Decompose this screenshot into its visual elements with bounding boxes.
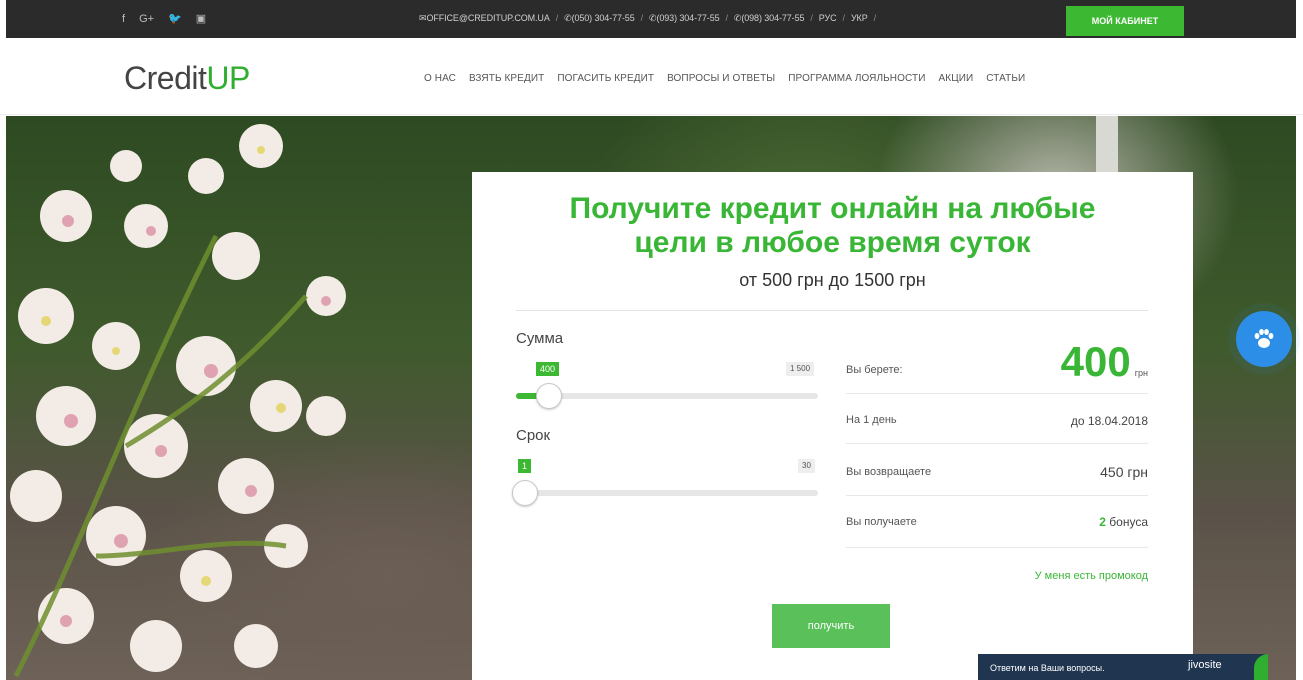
google-plus-icon[interactable]: G+ — [139, 12, 154, 26]
phone-link[interactable]: ✆(093) 304-77-55 — [649, 13, 720, 24]
sum-current-badge: 400 — [536, 362, 560, 376]
twitter-icon[interactable]: 🐦 — [168, 12, 182, 26]
return-value: 450 грн — [1100, 464, 1148, 480]
term-slider-track[interactable] — [516, 490, 818, 496]
bonus-row: Вы получаете 2 бонуса — [846, 496, 1148, 548]
logo-accent: UP — [206, 60, 250, 96]
language-ru[interactable]: РУС — [819, 13, 837, 24]
title-line: цели в любое время суток — [634, 226, 1031, 259]
phone-link[interactable]: ✆(098) 304-77-55 — [734, 13, 805, 24]
term-max-badge: 30 — [798, 459, 815, 473]
bonus-count: 2 — [1099, 515, 1106, 529]
divider — [516, 310, 1148, 311]
sum-label: Сумма — [516, 330, 564, 347]
phone-link[interactable]: ✆(050) 304-77-55 — [564, 13, 635, 24]
nav-loyalty[interactable]: ПРОГРАММА ЛОЯЛЬНОСТИ — [788, 73, 925, 84]
take-value: 400 грн — [1061, 338, 1148, 386]
title-line: Получите кредит онлайн на любые — [569, 192, 1096, 225]
nav-articles[interactable]: СТАТЬИ — [986, 73, 1025, 84]
days-row: На 1 день до 18.04.2018 — [846, 394, 1148, 444]
page: f G+ 🐦 ▣ ✉OFFICE@CREDITUP.COM.UA / ✆(050… — [0, 0, 1303, 680]
nav-take-credit[interactable]: ВЗЯТЬ КРЕДИТ — [469, 73, 544, 84]
bonus-value: 2 бонуса — [1099, 515, 1148, 529]
youtube-icon[interactable]: ▣ — [196, 12, 206, 26]
top-bar: f G+ 🐦 ▣ ✉OFFICE@CREDITUP.COM.UA / ✆(050… — [6, 0, 1296, 38]
separator: / — [873, 13, 877, 23]
term-current-badge: 1 — [518, 459, 532, 473]
get-credit-button[interactable]: получить — [772, 604, 890, 648]
sum-slider-handle[interactable] — [536, 383, 562, 409]
promo-code-link[interactable]: У меня есть промокод — [1035, 570, 1148, 582]
take-row: Вы берете: 400 грн — [846, 332, 1148, 394]
nav-about[interactable]: О НАС — [424, 73, 456, 84]
separator: / — [640, 13, 644, 23]
days-label: На 1 день — [846, 414, 897, 426]
main-nav: О НАС ВЗЯТЬ КРЕДИТ ПОГАСИТЬ КРЕДИТ ВОПРО… — [424, 73, 1025, 84]
separator: / — [555, 13, 559, 23]
separator: / — [725, 13, 729, 23]
bonus-word: бонуса — [1109, 515, 1148, 529]
sum-max-badge: 1 500 — [786, 362, 815, 376]
days-value: до 18.04.2018 — [1070, 414, 1148, 428]
site-header: CreditUP О НАС ВЗЯТЬ КРЕДИТ ПОГАСИТЬ КРЕ… — [0, 38, 1303, 115]
term-label: Срок — [516, 427, 551, 444]
take-amount: 400 — [1060, 338, 1131, 385]
my-cabinet-button[interactable]: МОЙ КАБИНЕТ — [1066, 6, 1184, 36]
take-label: Вы берете: — [846, 364, 903, 376]
logo[interactable]: CreditUP — [124, 60, 250, 97]
nav-repay-credit[interactable]: ПОГАСИТЬ КРЕДИТ — [557, 73, 654, 84]
nav-faq[interactable]: ВОПРОСЫ И ОТВЕТЫ — [667, 73, 775, 84]
bonus-label: Вы получаете — [846, 516, 917, 528]
separator: / — [842, 13, 846, 23]
return-label: Вы возвращаете — [846, 466, 932, 478]
term-slider-handle[interactable] — [512, 480, 538, 506]
language-uk[interactable]: УКР — [851, 13, 868, 24]
contact-list: ✉OFFICE@CREDITUP.COM.UA / ✆(050) 304-77-… — [419, 13, 878, 24]
blossom-image — [10, 124, 346, 678]
separator: / — [810, 13, 813, 23]
chat-message: Ответим на Ваши вопросы. — [990, 663, 1105, 673]
take-unit: грн — [1134, 368, 1148, 378]
logo-text: Credit — [124, 60, 207, 96]
amount-range: от 500 грн до 1500 грн — [739, 270, 926, 290]
chat-leaf-icon — [1254, 654, 1268, 680]
facebook-icon[interactable]: f — [122, 12, 125, 26]
calculator-title: Получите кредит онлайн на любые цели в л… — [472, 192, 1193, 260]
social-links: f G+ 🐦 ▣ — [122, 12, 206, 26]
email-link[interactable]: ✉OFFICE@CREDITUP.COM.UA — [419, 13, 550, 24]
loan-calculator: Получите кредит онлайн на любые цели в л… — [472, 172, 1193, 680]
nav-promotions[interactable]: АКЦИИ — [939, 73, 974, 84]
chat-brand: jivosite — [1188, 659, 1222, 671]
return-row: Вы возвращаете 450 грн — [846, 444, 1148, 496]
paw-widget-button[interactable] — [1236, 311, 1292, 367]
chat-widget[interactable]: Ответим на Ваши вопросы. jivosite — [978, 654, 1268, 680]
paw-icon — [1254, 329, 1274, 348]
